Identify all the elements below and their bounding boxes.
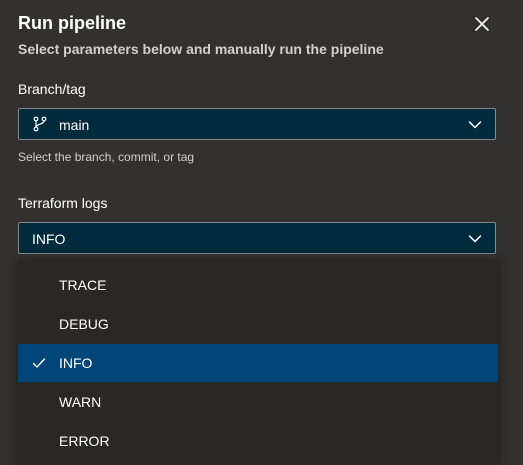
close-icon (475, 17, 489, 31)
terraform-logs-select[interactable]: INFO (18, 222, 496, 254)
terraform-logs-dropdown: TRACE DEBUG INFO WARN ERROR (18, 259, 498, 465)
option-warn[interactable]: WARN (18, 383, 498, 421)
branch-helper-text: Select the branch, commit, or tag (18, 150, 195, 164)
terraform-logs-value: INFO (32, 231, 66, 247)
option-info[interactable]: INFO (18, 344, 498, 382)
chevron-down-icon (468, 235, 482, 243)
option-label: TRACE (59, 277, 107, 293)
chevron-down-icon (468, 121, 482, 129)
option-label: ERROR (59, 433, 110, 449)
checkmark-icon (32, 358, 46, 368)
branch-icon (33, 116, 47, 132)
terraform-logs-label: Terraform logs (18, 195, 108, 211)
option-trace[interactable]: TRACE (18, 266, 498, 304)
branch-select[interactable]: main (18, 108, 496, 140)
branch-value: main (59, 117, 90, 133)
option-error[interactable]: ERROR (18, 422, 498, 460)
option-label: DEBUG (59, 316, 109, 332)
dialog-subtitle: Select parameters below and manually run… (18, 41, 384, 57)
option-label: INFO (59, 355, 93, 371)
dialog-title: Run pipeline (18, 13, 126, 33)
run-pipeline-panel: Run pipeline Select parameters below and… (0, 0, 523, 465)
branch-label: Branch/tag (18, 81, 86, 97)
option-label: WARN (59, 394, 102, 410)
close-button[interactable] (470, 12, 494, 36)
option-debug[interactable]: DEBUG (18, 305, 498, 343)
